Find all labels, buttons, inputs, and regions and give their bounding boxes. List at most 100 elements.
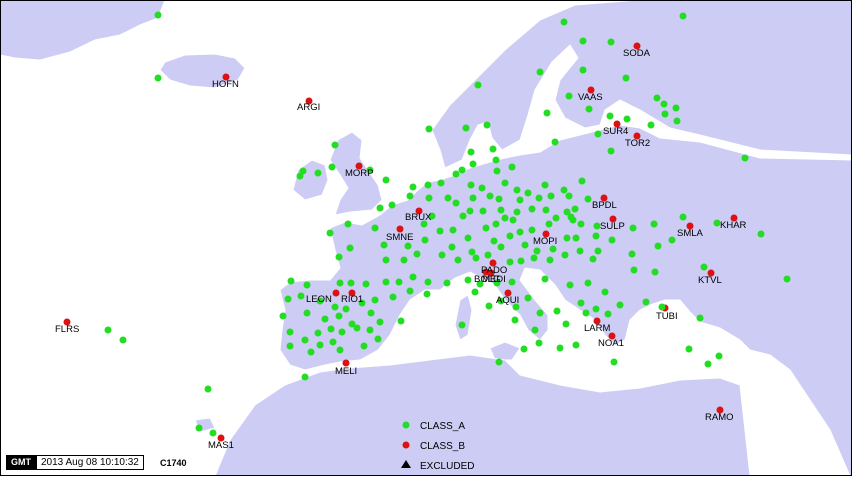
station-class-a-marker xyxy=(469,160,477,168)
station-label: NOA1 xyxy=(598,338,624,349)
station-class-a-marker xyxy=(536,68,544,76)
station-class-a-marker xyxy=(579,37,587,45)
station-class-a-marker xyxy=(471,288,479,296)
legend-class-b-marker xyxy=(402,441,410,449)
station-class-a-marker xyxy=(195,424,203,432)
station-class-a-marker xyxy=(606,112,614,120)
station-class-a-marker xyxy=(104,326,112,334)
station-label: KTVL xyxy=(698,275,722,286)
station-class-a-marker xyxy=(154,74,162,82)
station-class-a-marker xyxy=(528,226,536,234)
legend-class-a-marker xyxy=(402,421,410,429)
station-class-a-marker xyxy=(404,242,412,250)
gmt-timestamp: GMT 2013 Aug 08 10:10:32 xyxy=(6,455,144,470)
station-class-a-marker xyxy=(543,109,551,117)
station-label: ARGI xyxy=(297,102,320,113)
station-class-a-marker xyxy=(303,309,311,317)
station-class-a-marker xyxy=(592,232,600,240)
station-class-a-marker xyxy=(436,227,444,235)
station-class-a-marker xyxy=(513,208,521,216)
station-class-a-marker xyxy=(406,192,414,200)
station-label: LEON xyxy=(306,294,332,305)
station-class-a-marker xyxy=(642,298,650,306)
station-class-a-marker xyxy=(668,236,676,244)
station-class-a-marker xyxy=(524,294,532,302)
station-class-a-marker xyxy=(326,229,334,237)
station-class-a-marker xyxy=(660,100,668,108)
station-class-a-marker xyxy=(437,179,445,187)
station-class-a-marker xyxy=(335,253,343,261)
station-class-a-marker xyxy=(360,342,368,350)
station-class-a-marker xyxy=(406,287,414,295)
station-class-a-marker xyxy=(582,309,590,317)
station-class-a-marker xyxy=(565,192,573,200)
map-code: C1740 xyxy=(160,458,187,468)
station-class-a-marker xyxy=(607,38,615,46)
station-class-a-marker xyxy=(303,281,311,289)
station-class-a-marker xyxy=(506,232,514,240)
station-class-a-marker xyxy=(521,241,529,249)
station-class-a-marker xyxy=(520,345,528,353)
station-class-b-marker xyxy=(332,289,340,297)
station-class-a-marker xyxy=(506,258,514,266)
station-class-a-marker xyxy=(444,194,452,202)
station-class-a-marker xyxy=(561,251,569,259)
station-class-a-marker xyxy=(459,212,467,220)
station-class-a-marker xyxy=(589,255,597,263)
europe-map: HOFN ARGI SODA VAAS SUR4TOR2 MORP BPDL BRUX SULP… xyxy=(0,0,852,477)
station-label: FLRS xyxy=(55,324,79,335)
station-class-a-marker xyxy=(560,186,568,194)
station-class-a-marker xyxy=(307,348,315,356)
station-class-a-marker xyxy=(630,266,638,274)
station-class-a-marker xyxy=(508,163,516,171)
station-class-a-marker xyxy=(467,148,475,156)
station-class-a-marker xyxy=(528,205,536,213)
legend-class-b-label: CLASS_B xyxy=(420,441,465,452)
station-class-a-marker xyxy=(424,181,432,189)
station-class-a-marker xyxy=(489,145,497,153)
station-class-a-marker xyxy=(314,169,322,177)
station-class-a-marker xyxy=(571,205,579,213)
station-class-a-marker xyxy=(286,342,294,350)
station-class-a-marker xyxy=(119,336,127,344)
station-class-a-marker xyxy=(421,236,429,244)
station-class-a-marker xyxy=(424,278,432,286)
station-class-a-marker xyxy=(342,305,350,313)
station-class-a-marker xyxy=(572,234,580,242)
station-label: SUR4 xyxy=(603,126,628,137)
station-class-a-marker xyxy=(654,242,662,250)
station-class-a-marker xyxy=(517,257,525,265)
station-class-a-marker xyxy=(608,236,616,244)
station-class-a-marker xyxy=(484,251,492,259)
station-class-a-marker xyxy=(622,74,630,82)
station-class-a-marker xyxy=(685,345,693,353)
station-label: MOPI xyxy=(533,236,557,247)
station-class-a-marker xyxy=(482,224,490,232)
station-class-a-marker xyxy=(301,336,309,344)
station-label: SMNE xyxy=(386,232,413,243)
station-class-a-marker xyxy=(672,104,680,112)
station-class-a-marker xyxy=(338,328,346,336)
station-label: TOR2 xyxy=(625,138,650,149)
station-class-a-marker xyxy=(154,11,162,19)
station-class-a-marker xyxy=(329,338,337,346)
station-class-a-marker xyxy=(492,220,500,228)
station-class-a-marker xyxy=(495,195,503,203)
station-class-a-marker xyxy=(704,360,712,368)
station-class-a-marker xyxy=(594,247,602,255)
station-class-a-marker xyxy=(483,121,491,129)
station-class-a-marker xyxy=(331,141,339,149)
station-class-a-marker xyxy=(545,220,553,228)
station-class-a-marker xyxy=(472,254,480,262)
station-class-a-marker xyxy=(458,166,466,174)
gmt-logo: GMT xyxy=(6,455,36,470)
station-class-a-marker xyxy=(585,105,593,113)
station-class-a-marker xyxy=(610,358,618,366)
station-class-a-marker xyxy=(552,214,560,222)
station-label: SULP xyxy=(600,221,625,232)
station-class-a-marker xyxy=(495,358,503,366)
station-class-a-marker xyxy=(452,170,460,178)
station-class-a-marker xyxy=(388,201,396,209)
station-class-a-marker xyxy=(556,344,564,352)
station-label: RIO1 xyxy=(341,294,363,305)
